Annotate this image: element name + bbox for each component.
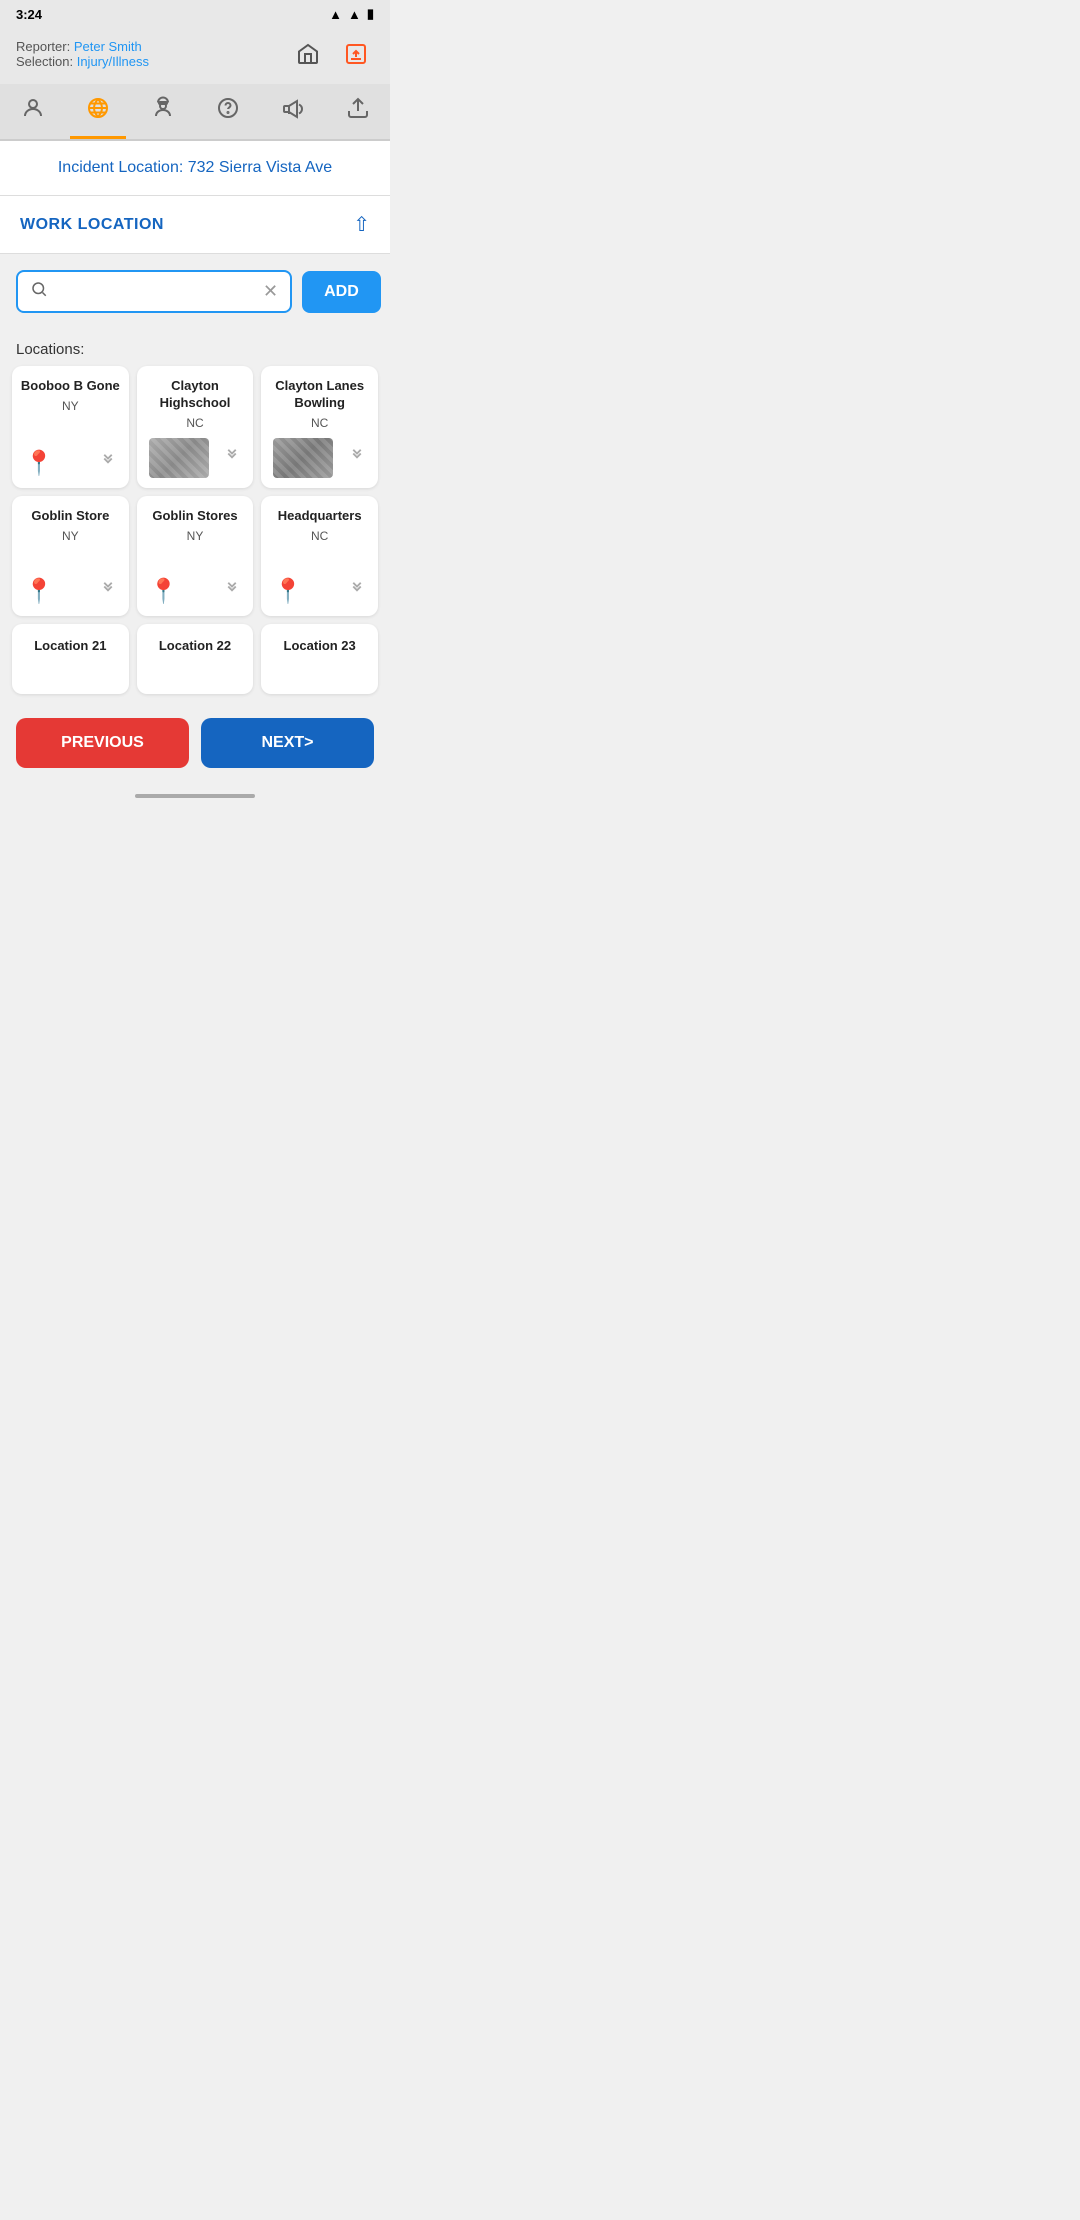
card-state: NC <box>311 416 328 430</box>
pin-icon: 📍 <box>24 577 54 606</box>
selection-line: Selection: Injury/Illness <box>16 54 149 69</box>
home-button[interactable] <box>290 36 326 72</box>
globe-icon <box>86 96 110 126</box>
locations-label: Locations: <box>0 329 390 366</box>
card-title: Headquarters <box>278 508 362 525</box>
chevron-down-icon <box>99 451 117 475</box>
tab-person[interactable] <box>5 90 61 139</box>
reporter-line: Reporter: Peter Smith <box>16 39 149 54</box>
card-title: Goblin Store <box>31 508 109 525</box>
card-thumbnail <box>149 438 209 478</box>
selection-value: Injury/Illness <box>77 54 149 69</box>
location-card-goblin-store[interactable]: Goblin Store NY 📍 <box>12 496 129 616</box>
chevron-down-icon <box>223 446 241 470</box>
worker-icon <box>151 96 175 126</box>
incident-location-text: Incident Location: 732 Sierra Vista Ave <box>58 159 332 176</box>
location-card-clayton-highschool[interactable]: Clayton Highschool NC <box>137 366 254 488</box>
pin-icon: 📍 <box>149 577 179 606</box>
card-bottom <box>145 438 246 478</box>
card-bottom: 📍 <box>145 577 246 606</box>
reporter-name: Peter Smith <box>74 39 142 54</box>
card-title: Booboo B Gone <box>21 378 120 395</box>
card-bottom: 📍 <box>20 577 121 606</box>
tab-globe[interactable] <box>70 90 126 139</box>
card-title: Clayton Lanes Bowling <box>269 378 370 412</box>
status-time: 3:24 <box>16 7 42 22</box>
card-state: NY <box>187 529 204 543</box>
person-icon <box>21 96 45 126</box>
chevron-down-icon <box>348 579 366 603</box>
bottom-buttons: PREVIOUS NEXT> <box>0 706 390 784</box>
location-card-location-23[interactable]: Location 23 <box>261 624 378 694</box>
nav-tabs <box>0 84 390 141</box>
card-title: Location 21 <box>34 638 106 655</box>
tab-question[interactable] <box>200 90 256 139</box>
location-card-clayton-lanes-bowling[interactable]: Clayton Lanes Bowling NC <box>261 366 378 488</box>
header-info: Reporter: Peter Smith Selection: Injury/… <box>16 39 149 69</box>
card-state: NY <box>62 399 79 413</box>
search-input[interactable] <box>56 283 255 300</box>
card-state: NC <box>186 416 203 430</box>
work-location-header[interactable]: WORK LOCATION ⇧ <box>0 196 390 254</box>
incident-banner: Incident Location: 732 Sierra Vista Ave <box>0 141 390 196</box>
wifi-icon: ▲ <box>348 7 361 22</box>
chevron-down-icon <box>348 446 366 470</box>
upload-icon <box>346 96 370 126</box>
tab-worker[interactable] <box>135 90 191 139</box>
location-card-booboo-b-gone[interactable]: Booboo B Gone NY 📍 <box>12 366 129 488</box>
next-button[interactable]: NEXT> <box>201 718 374 768</box>
search-box: ✕ <box>16 270 292 313</box>
header: Reporter: Peter Smith Selection: Injury/… <box>0 28 390 84</box>
reporter-label: Reporter: <box>16 39 70 54</box>
card-thumbnail <box>273 438 333 478</box>
selection-label: Selection: <box>16 54 73 69</box>
pin-icon: 📍 <box>273 577 303 606</box>
status-bar: 3:24 ▲ ▲ ▮ <box>0 0 390 28</box>
megaphone-icon <box>281 96 305 126</box>
clear-icon[interactable]: ✕ <box>263 281 278 302</box>
card-bottom: 📍 <box>269 577 370 606</box>
card-state: NY <box>62 529 79 543</box>
card-title: Location 22 <box>159 638 231 655</box>
question-icon <box>216 96 240 126</box>
previous-button[interactable]: PREVIOUS <box>16 718 189 768</box>
add-button[interactable]: ADD <box>302 271 381 313</box>
card-bottom: 📍 <box>20 449 121 478</box>
search-icon <box>30 280 48 303</box>
tab-megaphone[interactable] <box>265 90 321 139</box>
battery-icon: ▮ <box>367 6 374 22</box>
export-button[interactable] <box>338 36 374 72</box>
pin-icon: 📍 <box>24 449 54 478</box>
header-icons <box>290 36 374 72</box>
location-card-location-21[interactable]: Location 21 <box>12 624 129 694</box>
location-card-headquarters[interactable]: Headquarters NC 📍 <box>261 496 378 616</box>
signal-icon: ▲ <box>329 7 342 22</box>
card-title: Clayton Highschool <box>145 378 246 412</box>
chevron-up-icon: ⇧ <box>353 212 370 237</box>
chevron-down-icon <box>99 579 117 603</box>
card-bottom <box>269 438 370 478</box>
tab-upload[interactable] <box>330 90 386 139</box>
home-indicator <box>0 784 390 808</box>
chevron-down-icon <box>223 579 241 603</box>
location-card-location-22[interactable]: Location 22 <box>137 624 254 694</box>
card-title: Location 23 <box>284 638 356 655</box>
card-title: Goblin Stores <box>152 508 237 525</box>
section-title: WORK LOCATION <box>20 216 164 234</box>
home-bar <box>135 794 255 798</box>
location-card-goblin-stores[interactable]: Goblin Stores NY 📍 <box>137 496 254 616</box>
location-grid: Booboo B Gone NY 📍 Clayton Highschool NC <box>0 366 390 706</box>
search-area: ✕ ADD <box>0 254 390 329</box>
card-state: NC <box>311 529 328 543</box>
